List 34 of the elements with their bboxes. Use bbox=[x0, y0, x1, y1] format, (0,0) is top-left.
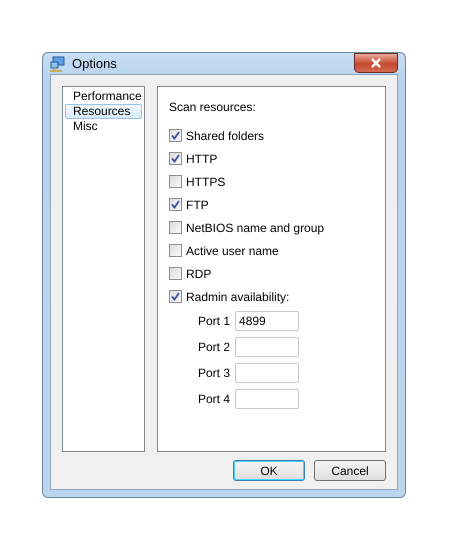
checkbox-label[interactable]: HTTP bbox=[186, 150, 218, 168]
checkbox-label[interactable]: Radmin availability: bbox=[186, 288, 290, 306]
checkbox-label[interactable]: NetBIOS name and group bbox=[186, 218, 324, 236]
checkbox[interactable] bbox=[169, 129, 182, 142]
close-icon bbox=[370, 58, 382, 68]
section-heading: Scan resources: bbox=[169, 99, 257, 116]
port-field[interactable]: 4899 bbox=[235, 311, 300, 331]
checkbox[interactable] bbox=[169, 175, 182, 188]
checkbox[interactable] bbox=[169, 221, 182, 234]
checkbox[interactable] bbox=[169, 198, 182, 211]
port-label: Port 1 bbox=[198, 313, 230, 330]
close-button[interactable] bbox=[354, 53, 398, 73]
checkbox-label[interactable]: Active user name bbox=[186, 242, 279, 260]
checkbox[interactable] bbox=[169, 244, 182, 257]
checkbox-label[interactable]: Shared folders bbox=[186, 126, 264, 144]
checkbox-label[interactable]: RDP bbox=[186, 264, 212, 282]
port-field[interactable] bbox=[235, 389, 300, 409]
checkbox-label[interactable]: HTTPS bbox=[186, 172, 226, 190]
sidebar-item[interactable]: Performance bbox=[65, 89, 142, 104]
port-label: Port 3 bbox=[198, 365, 230, 382]
window-title: Options bbox=[72, 54, 117, 73]
sidebar-item[interactable]: Resources bbox=[65, 104, 142, 119]
checkbox[interactable] bbox=[169, 267, 182, 280]
port-field[interactable] bbox=[235, 337, 300, 357]
port-label: Port 4 bbox=[198, 391, 230, 408]
checkbox[interactable] bbox=[169, 152, 182, 165]
port-label: Port 2 bbox=[198, 339, 230, 356]
checkbox-label[interactable]: FTP bbox=[186, 196, 209, 214]
port-field[interactable] bbox=[235, 363, 300, 383]
sidebar-item[interactable]: Misc bbox=[65, 119, 142, 134]
cancel-button[interactable]: Cancel bbox=[314, 460, 386, 481]
checkbox[interactable] bbox=[169, 290, 182, 303]
network-computer-icon bbox=[50, 56, 66, 72]
ok-button[interactable]: OK bbox=[233, 460, 305, 481]
